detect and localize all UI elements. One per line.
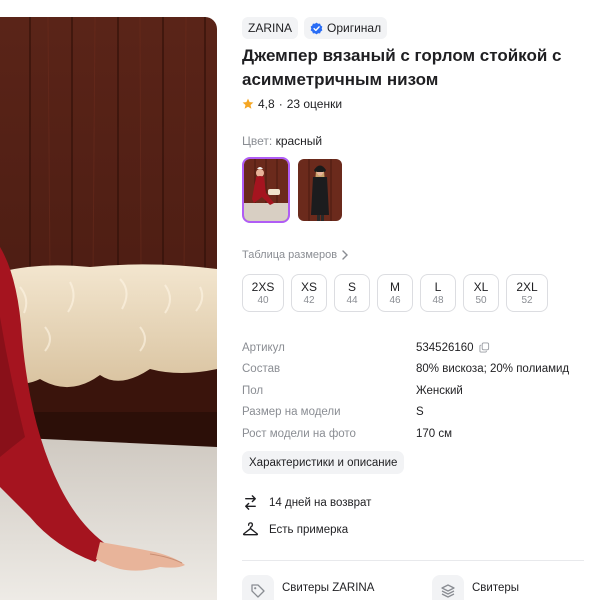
size-ru: 40	[257, 294, 269, 306]
size-option-m[interactable]: M 46	[377, 274, 413, 312]
spec-row-model-height: Рост модели на фото 170 см	[242, 423, 587, 445]
product-title: Джемпер вязаный с горлом стойкой с асимм…	[242, 46, 562, 89]
article-number: 534526160	[416, 341, 474, 354]
brand-chip[interactable]: ZARINA	[242, 17, 299, 39]
size-ru: 42	[303, 294, 315, 306]
fitting-label: Есть примерка	[269, 523, 349, 536]
spec-value: Женский	[416, 384, 463, 397]
category-card-sweaters[interactable]: Свитеры	[432, 575, 582, 600]
star-icon	[242, 98, 254, 109]
category-label: Свитеры ZARINA	[282, 582, 375, 594]
color-label: Цвет: красный	[242, 134, 322, 148]
copy-icon[interactable]	[479, 342, 490, 353]
color-variant-red[interactable]	[242, 157, 290, 223]
spec-key: Рост модели на фото	[242, 427, 356, 440]
spec-row-gender: Пол Женский	[242, 380, 587, 402]
spec-key: Размер на модели	[242, 406, 341, 419]
fitting-info[interactable]: Есть примерка	[242, 521, 348, 538]
spec-row-composition: Состав 80% вискоза; 20% полиамид	[242, 359, 587, 381]
size-option-2xl[interactable]: 2XL 52	[506, 274, 548, 312]
characteristics-button[interactable]: Характеристики и описание	[242, 451, 405, 474]
spec-value: S	[416, 406, 424, 419]
size-option-xl[interactable]: XL 50	[463, 274, 499, 312]
spec-value: 80% вискоза; 20% полиамид	[416, 363, 570, 376]
color-variant-black[interactable]	[296, 157, 344, 223]
size-ru: 46	[389, 294, 401, 306]
brand-row: ZARINA Оригинал	[242, 17, 388, 39]
chevron-right-icon	[342, 250, 349, 260]
return-label: 14 дней на возврат	[269, 496, 372, 509]
size-label: XS	[300, 279, 317, 294]
color-value: красный	[275, 134, 323, 148]
size-label: L	[434, 279, 442, 294]
size-option-xs[interactable]: XS 42	[291, 274, 327, 312]
reviews-count: 23 оценки	[286, 97, 343, 111]
size-ru: 50	[475, 294, 487, 306]
color-variants	[242, 157, 344, 223]
divider	[242, 560, 584, 561]
size-label: XL	[473, 279, 489, 294]
size-label: 2XL	[516, 279, 538, 294]
spec-key: Артикул	[242, 341, 285, 354]
product-photo[interactable]	[0, 17, 217, 600]
size-ru: 48	[432, 294, 444, 306]
size-option-l[interactable]: L 48	[420, 274, 456, 312]
size-ru: 44	[346, 294, 358, 306]
rating-separator: ·	[278, 97, 283, 111]
layers-icon	[441, 584, 455, 598]
rating-value: 4,8	[258, 97, 275, 111]
hanger-icon	[242, 522, 259, 536]
category-label: Свитеры	[472, 582, 520, 594]
return-info[interactable]: 14 дней на возврат	[242, 494, 371, 511]
size-option-2xs[interactable]: 2XS 40	[242, 274, 284, 312]
tag-icon	[251, 584, 265, 598]
check-badge-icon	[310, 22, 323, 34]
spec-value: 534526160	[416, 342, 490, 354]
spec-value: 170 см	[416, 427, 453, 440]
category-icon-box	[432, 575, 464, 600]
size-ru: 52	[521, 294, 533, 306]
original-label: Оригинал	[327, 21, 382, 35]
size-table-label: Таблица размеров	[242, 249, 338, 261]
size-table-link[interactable]: Таблица размеров	[242, 249, 349, 261]
size-option-s[interactable]: S 44	[334, 274, 370, 312]
return-arrows-icon	[245, 495, 256, 510]
size-label: S	[347, 279, 356, 294]
product-info: ZARINA Оригинал Джемпер вязаный с горлом…	[242, 0, 590, 600]
category-icon-box	[242, 575, 274, 600]
size-selector: 2XS 40 XS 42 S 44 M 46 L 48 XL 50 2XL 52	[242, 274, 548, 312]
category-links: Свитеры ZARINA Свитеры	[242, 575, 582, 600]
size-label: 2XS	[251, 279, 275, 294]
rating-row[interactable]: 4,8 · 23 оценки	[242, 97, 342, 111]
spec-row-model-size: Размер на модели S	[242, 402, 587, 424]
original-badge: Оригинал	[304, 17, 388, 39]
spec-key: Состав	[242, 363, 281, 376]
spec-key: Пол	[242, 384, 264, 397]
color-prefix: Цвет:	[242, 134, 273, 148]
spec-row-article: Артикул 534526160	[242, 337, 587, 359]
category-card-brand[interactable]: Свитеры ZARINA	[242, 575, 392, 600]
size-label: M	[390, 279, 400, 294]
specs-table: Артикул 534526160 Состав 80% вискоза; 20…	[242, 337, 587, 445]
